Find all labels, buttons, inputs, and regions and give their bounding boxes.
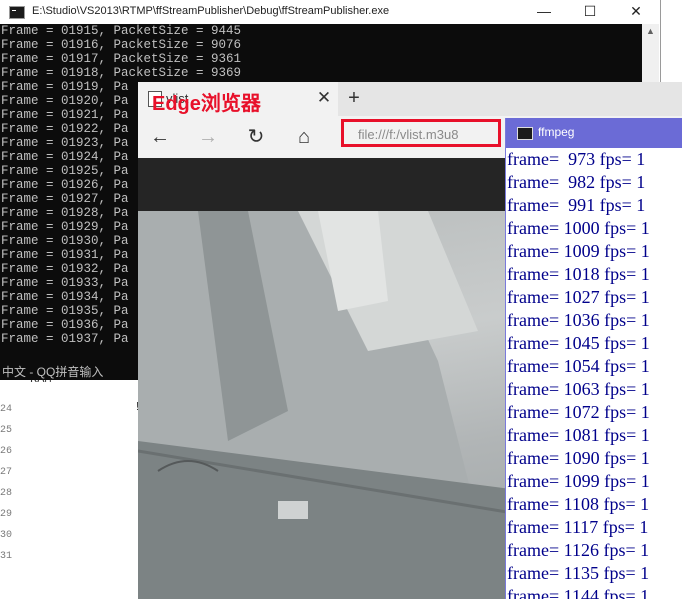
ffmpeg-line: frame= 991 fps= 1: [507, 195, 646, 215]
ffmpeg-line: frame= 982 fps= 1: [507, 172, 646, 192]
ffmpeg-line: frame= 1063 fps= 1: [507, 379, 650, 399]
refresh-button[interactable]: ↻: [240, 123, 272, 151]
ffmpeg-line: frame= 1144 fps= 1: [507, 586, 650, 599]
ffmpeg-line: frame= 1072 fps= 1: [507, 402, 650, 422]
ffmpeg-line: frame= 1108 fps= 1: [507, 494, 650, 514]
console-line: Frame = 01915, PacketSize = 9445: [1, 24, 242, 38]
maximize-button[interactable]: ☐: [567, 0, 613, 24]
ffmpeg-window[interactable]: ffmpeg frame= 973 fps= 1 frame= 982 fps=…: [505, 118, 682, 599]
ffmpeg-line: frame= 1135 fps= 1: [507, 563, 650, 583]
address-bar[interactable]: file:///f:/vlist.m3u8: [341, 119, 501, 147]
address-url: file:///f:/vlist.m3u8: [358, 127, 459, 142]
close-button[interactable]: ✕: [613, 0, 659, 24]
line-number: 30: [0, 530, 13, 541]
bracket: [278, 501, 308, 519]
ffmpeg-titlebar[interactable]: ffmpeg: [506, 118, 682, 148]
home-button[interactable]: ⌂: [288, 123, 320, 151]
ffmpeg-output[interactable]: frame= 973 fps= 1 frame= 982 fps= 1 fram…: [506, 148, 682, 599]
console-line: Frame = 01917, PacketSize = 9361: [1, 52, 242, 66]
ffmpeg-line: frame= 1036 fps= 1: [507, 310, 650, 330]
console-app-icon: [517, 127, 533, 140]
new-tab-button[interactable]: +: [342, 87, 366, 109]
console-line: Frame = 01918, PacketSize = 9369: [1, 66, 242, 80]
ffmpeg-line: frame= 1000 fps= 1: [507, 218, 650, 238]
line-number: 31: [0, 551, 13, 562]
tab-strip: vlist ✕ + Edge浏览器: [138, 82, 682, 116]
ffmpeg-line: frame= 1045 fps= 1: [507, 333, 650, 353]
ffmpeg-line: frame= 1126 fps= 1: [507, 540, 650, 560]
ffmpeg-line: frame= 973 fps= 1: [507, 149, 646, 169]
ffmpeg-title: ffmpeg: [538, 125, 575, 139]
scroll-up-arrow-icon[interactable]: ▲: [642, 26, 659, 40]
ime-status-bar: 中文 - QQ拼音输入: [0, 364, 140, 380]
ffmpeg-line: frame= 1018 fps= 1: [507, 264, 650, 284]
forward-button[interactable]: →: [192, 123, 224, 151]
ffmpeg-line: frame= 1027 fps= 1: [507, 287, 650, 307]
tab-close-icon[interactable]: ✕: [314, 87, 334, 109]
minimize-button[interactable]: —: [521, 0, 567, 24]
line-number: 25: [0, 425, 13, 436]
console-title: E:\Studio\VS2013\RTMP\ffStreamPublisher\…: [32, 5, 390, 17]
line-number: 27: [0, 467, 13, 478]
console-titlebar[interactable]: E:\Studio\VS2013\RTMP\ffStreamPublisher\…: [0, 0, 660, 24]
line-number: 29: [0, 509, 13, 520]
ffmpeg-line: frame= 1081 fps= 1: [507, 425, 650, 445]
ffmpeg-line: frame= 1009 fps= 1: [507, 241, 650, 261]
back-button[interactable]: ←: [144, 123, 176, 151]
ffmpeg-line: frame= 1099 fps= 1: [507, 471, 650, 491]
line-number: 28: [0, 488, 13, 499]
console-app-icon: [9, 6, 25, 19]
annotation-label: Edge浏览器: [152, 93, 261, 115]
line-number: 26: [0, 446, 13, 457]
ffmpeg-line: frame= 1117 fps= 1: [507, 517, 649, 537]
code-editor-background: 24 25 26 27 28 29 30 31 RAM !: [0, 372, 141, 599]
line-number: 24: [0, 404, 13, 415]
ffmpeg-line: frame= 1090 fps= 1: [507, 448, 650, 468]
ffmpeg-line: frame= 1054 fps= 1: [507, 356, 650, 376]
console-line: Frame = 01916, PacketSize = 9076: [1, 38, 242, 52]
